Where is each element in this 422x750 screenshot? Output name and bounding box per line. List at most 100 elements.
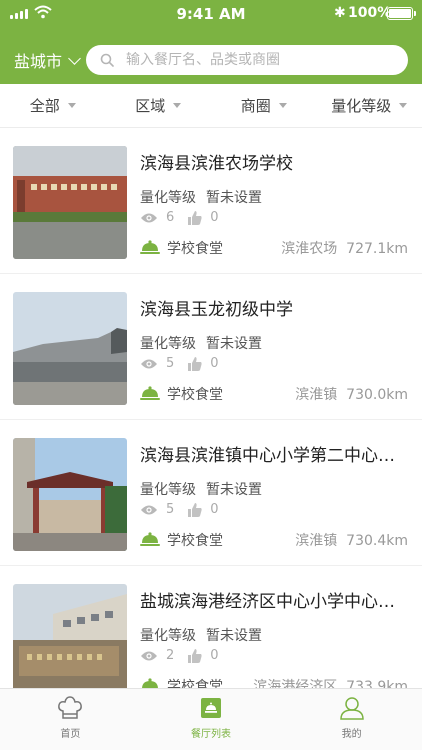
dropdown-arrow-icon: [173, 103, 182, 108]
view-count: 2: [166, 648, 175, 663]
grade-value: 暂未设置: [206, 336, 262, 352]
footer-row: 学校食堂 滨淮镇 730.0km: [140, 383, 410, 403]
status-bar: 9:41 AM ✱ 100%: [0, 0, 422, 28]
location-distance: 滨海港经济区 733.9km: [253, 676, 408, 688]
view-count: 5: [166, 502, 175, 517]
city-label: 盐城市: [14, 52, 63, 71]
bluetooth-icon: ✱: [334, 5, 346, 21]
stats-row: 2 0: [140, 648, 233, 663]
eye-icon: [141, 651, 157, 660]
like-count: 0: [210, 502, 219, 517]
filter-label: 量化等级: [331, 97, 392, 115]
list-item[interactable]: 盐城滨海港经济区中心小学中心… 量化等级 暂未设置 2 0 学校食堂 滨海港经济区…: [0, 566, 422, 688]
location-distance: 滨淮农场 727.1km: [281, 238, 408, 258]
thumbs-up-icon: [188, 210, 202, 225]
list-item[interactable]: 滨海县滨淮农场学校 量化等级 暂未设置 6 0 学校食堂 滨淮农场 727.1km: [0, 128, 422, 274]
category-label: 学校食堂: [167, 533, 223, 549]
dropdown-arrow-icon: [278, 103, 287, 108]
grade-label: 量化等级: [140, 190, 196, 206]
app-header: 9:41 AM ✱ 100% 盐城市: [0, 0, 422, 84]
grade-value: 暂未设置: [206, 190, 262, 206]
distance: 733.9km: [346, 679, 408, 688]
grade-row: 量化等级 暂未设置: [140, 625, 262, 645]
user-icon: [339, 697, 364, 720]
filter-label: 区域: [135, 97, 166, 115]
filter-label: 全部: [29, 97, 60, 115]
distance: 730.4km: [346, 533, 408, 549]
footer-row: 学校食堂 滨海港经济区 733.9km: [140, 675, 410, 688]
restaurant-name: 盐城滨海港经济区中心小学中心…: [140, 592, 395, 612]
grade-row: 量化等级 暂未设置: [140, 479, 262, 499]
thumbs-up-icon: [188, 648, 202, 663]
search-icon: [100, 53, 114, 67]
like-count: 0: [210, 648, 219, 663]
grade-row: 量化等级 暂未设置: [140, 187, 262, 207]
restaurant-thumbnail: [13, 292, 127, 405]
eye-icon: [141, 505, 157, 514]
city-selector[interactable]: 盐城市: [14, 48, 81, 72]
tab-restaurant-list[interactable]: 餐厅列表: [141, 689, 282, 750]
filter-all[interactable]: 全部: [0, 84, 106, 127]
location-distance: 滨淮镇 730.0km: [295, 384, 408, 404]
restaurant-list: 滨海县滨淮农场学校 量化等级 暂未设置 6 0 学校食堂 滨淮农场 727.1km…: [0, 128, 422, 688]
category-label: 学校食堂: [167, 241, 223, 257]
location: 滨海港经济区: [253, 679, 338, 688]
distance: 727.1km: [346, 241, 408, 257]
category-label: 学校食堂: [167, 387, 223, 403]
grade-row: 量化等级 暂未设置: [140, 333, 262, 353]
restaurant-name: 滨海县滨淮镇中心小学第二中心…: [140, 446, 395, 466]
thumbs-up-icon: [188, 502, 202, 517]
tab-label: 我的: [341, 729, 362, 740]
restaurant-list-icon: [201, 698, 221, 718]
filter-area[interactable]: 区域: [106, 84, 212, 127]
search-input[interactable]: [126, 52, 396, 68]
food-cover-icon: [140, 240, 160, 254]
dropdown-arrow-icon: [67, 103, 76, 108]
filter-bar: 全部 区域 商圈 量化等级: [0, 84, 422, 128]
distance: 730.0km: [346, 387, 408, 403]
stats-row: 5 0: [140, 502, 233, 517]
tab-bar: 首页 餐厅列表 我的: [0, 688, 422, 750]
like-count: 0: [210, 356, 219, 371]
food-cover-icon: [140, 532, 160, 546]
search-bar[interactable]: [86, 45, 408, 75]
grade-label: 量化等级: [140, 628, 196, 644]
list-item[interactable]: 滨海县滨淮镇中心小学第二中心… 量化等级 暂未设置 5 0 学校食堂 滨淮镇 73…: [0, 420, 422, 566]
eye-icon: [141, 213, 157, 222]
filter-grade[interactable]: 量化等级: [317, 84, 422, 127]
location: 滨淮镇: [295, 387, 338, 403]
category-label: 学校食堂: [167, 679, 223, 688]
footer-row: 学校食堂 滨淮农场 727.1km: [140, 237, 410, 257]
grade-value: 暂未设置: [206, 482, 262, 498]
filter-label: 商圈: [240, 97, 271, 115]
battery-percent: 100%: [348, 5, 392, 21]
view-count: 6: [166, 210, 175, 225]
location: 滨淮农场: [281, 241, 338, 257]
dropdown-arrow-icon: [399, 103, 408, 108]
chef-hat-icon: [58, 696, 83, 719]
battery-icon: [387, 7, 416, 20]
food-cover-icon: [142, 678, 158, 688]
chevron-down-icon: [68, 51, 81, 65]
like-count: 0: [210, 210, 219, 225]
footer-row: 学校食堂 滨淮镇 730.4km: [140, 529, 410, 549]
tab-label: 首页: [60, 729, 81, 740]
restaurant-name: 滨海县玉龙初级中学: [140, 300, 293, 320]
filter-business-district[interactable]: 商圈: [211, 84, 317, 127]
tab-home[interactable]: 首页: [0, 689, 141, 750]
thumbs-up-icon: [188, 356, 202, 371]
location: 滨淮镇: [295, 533, 338, 549]
restaurant-thumbnail: [13, 146, 127, 259]
restaurant-thumbnail: [13, 584, 127, 688]
tab-label: 餐厅列表: [191, 729, 231, 740]
grade-value: 暂未设置: [206, 628, 262, 644]
list-item[interactable]: 滨海县玉龙初级中学 量化等级 暂未设置 5 0 学校食堂 滨淮镇 730.0km: [0, 274, 422, 420]
food-cover-icon: [140, 386, 160, 400]
restaurant-name: 滨海县滨淮农场学校: [140, 154, 293, 174]
stats-row: 6 0: [140, 210, 233, 225]
location-distance: 滨淮镇 730.4km: [295, 530, 408, 550]
restaurant-thumbnail: [13, 438, 127, 551]
grade-label: 量化等级: [140, 482, 196, 498]
tab-profile[interactable]: 我的: [281, 689, 422, 750]
eye-icon: [141, 359, 157, 368]
